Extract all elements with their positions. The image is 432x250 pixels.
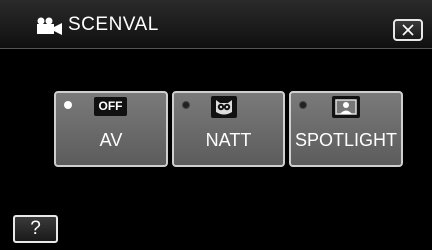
close-icon	[402, 24, 414, 36]
header-bar: SCENVAL	[0, 0, 432, 49]
option-label: NATT	[205, 130, 252, 150]
unselected-indicator	[299, 101, 307, 109]
off-icon: OFF	[94, 97, 127, 116]
page-title: SCENVAL	[68, 14, 159, 35]
option-label: SPOTLIGHT	[294, 130, 397, 150]
option-av[interactable]: OFF AV	[54, 91, 168, 167]
owl-icon	[211, 96, 237, 118]
option-spotlight[interactable]: SPOTLIGHT	[289, 91, 403, 167]
selected-indicator	[64, 101, 72, 109]
spotlight-icon	[332, 96, 360, 118]
option-natt[interactable]: NATT	[172, 91, 285, 167]
option-label: AV	[99, 130, 123, 150]
close-button[interactable]	[393, 19, 423, 41]
help-button[interactable]: ?	[13, 215, 58, 243]
video-camera-icon	[37, 17, 62, 35]
unselected-indicator	[182, 101, 190, 109]
